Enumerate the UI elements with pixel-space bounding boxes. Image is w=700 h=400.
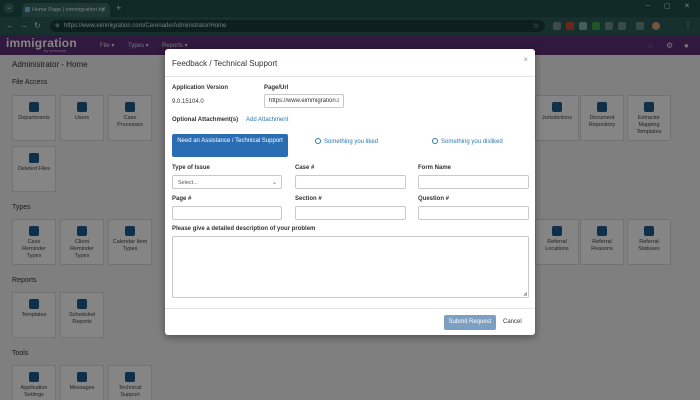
app-version-value: 9.0.15104.0 xyxy=(172,99,204,105)
resize-handle-icon[interactable]: ◢ xyxy=(523,291,527,297)
type-of-issue-label: Type of Issue xyxy=(172,165,210,171)
page-no-label: Page # xyxy=(172,196,192,202)
smile-icon xyxy=(315,138,321,144)
cancel-button[interactable]: Cancel xyxy=(503,315,522,330)
modal-footer-divider xyxy=(165,308,535,309)
page-url-field[interactable] xyxy=(264,94,344,108)
page-url-label: Page/Url xyxy=(264,85,289,91)
tab-assistance[interactable]: Need an Assistance / Technical Support xyxy=(172,134,288,157)
case-no-label: Case # xyxy=(295,165,315,171)
section-no-label: Section # xyxy=(295,196,322,202)
add-attachment-link[interactable]: Add Attachment xyxy=(246,117,288,123)
modal-header-divider xyxy=(165,76,535,77)
app-version-label: Application Version xyxy=(172,85,229,91)
type-of-issue-select[interactable]: Select... ⌄ xyxy=(172,175,282,189)
form-name-field[interactable] xyxy=(418,175,529,189)
form-name-label: Form Name xyxy=(418,165,452,171)
close-icon[interactable]: × xyxy=(523,55,528,64)
submit-request-button[interactable]: Submit Request xyxy=(444,315,496,330)
chevron-down-icon: ⌄ xyxy=(271,180,277,186)
page-no-field[interactable] xyxy=(172,206,282,220)
description-textarea[interactable]: ◢ xyxy=(172,236,529,298)
tab-disliked[interactable]: Something you disliked xyxy=(432,134,503,157)
tab-liked[interactable]: Something you liked xyxy=(315,134,378,157)
feedback-modal: Feedback / Technical Support × Applicati… xyxy=(165,49,535,335)
modal-title: Feedback / Technical Support xyxy=(172,59,278,68)
frown-icon xyxy=(432,138,438,144)
section-no-field[interactable] xyxy=(295,206,406,220)
case-no-field[interactable] xyxy=(295,175,406,189)
question-no-label: Question # xyxy=(418,196,450,202)
attachment-label: Optional Attachment(s) xyxy=(172,117,239,123)
question-no-field[interactable] xyxy=(418,206,529,220)
description-label: Please give a detailed description of yo… xyxy=(172,226,316,232)
